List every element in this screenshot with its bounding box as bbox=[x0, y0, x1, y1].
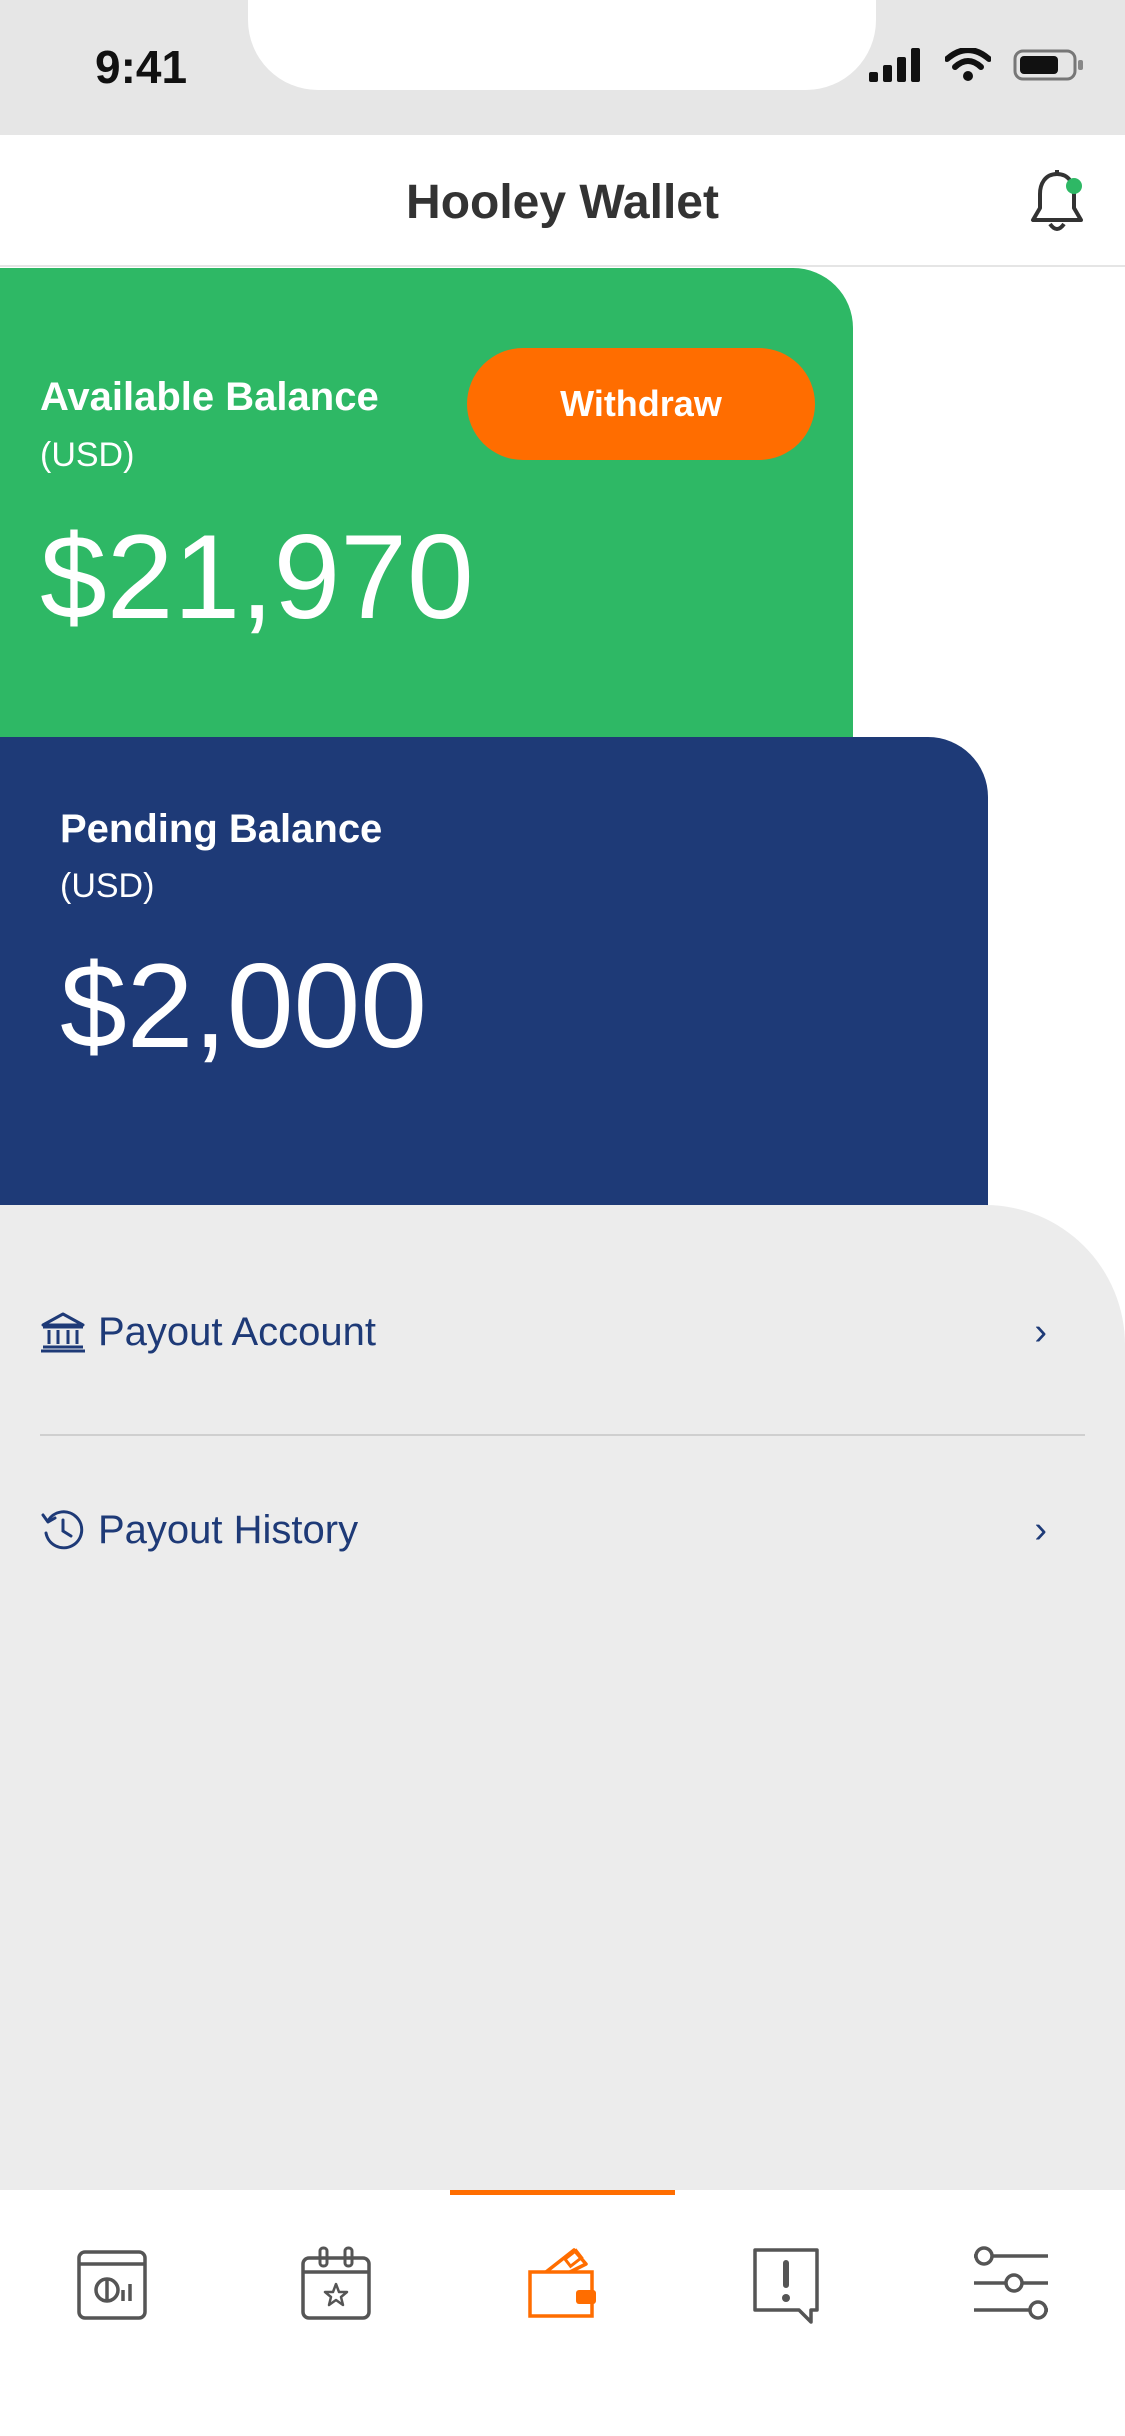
signal-icon bbox=[869, 48, 920, 82]
device-notch bbox=[248, 0, 876, 90]
menu-divider bbox=[40, 1434, 1085, 1436]
wallet-icon[interactable] bbox=[516, 2238, 606, 2328]
bank-icon bbox=[41, 1312, 85, 1353]
pending-balance-amount: $2,000 bbox=[60, 939, 428, 1073]
payout-account-row[interactable]: Payout Account › bbox=[40, 1272, 1085, 1392]
withdraw-button[interactable]: Withdraw bbox=[467, 348, 815, 460]
wifi-icon bbox=[945, 48, 991, 81]
available-balance-card: Available Balance (USD) $21,970 Withdraw bbox=[0, 268, 853, 738]
page-title: Hooley Wallet bbox=[406, 176, 719, 229]
tab-bar bbox=[0, 2190, 1125, 2436]
calendar-icon[interactable] bbox=[291, 2238, 381, 2328]
pending-balance-card: Pending Balance (USD) $2,000 bbox=[0, 737, 988, 1207]
notification-dot bbox=[1066, 178, 1082, 194]
available-balance-amount: $21,970 bbox=[40, 510, 474, 644]
bell-icon[interactable] bbox=[1027, 168, 1087, 238]
payout-history-label: Payout History bbox=[98, 1507, 359, 1552]
chevron-right-icon: › bbox=[1034, 1310, 1047, 1353]
app-header: Hooley Wallet bbox=[0, 135, 1125, 267]
payout-history-row[interactable]: Payout History › bbox=[40, 1470, 1085, 1590]
available-balance-unit: (USD) bbox=[40, 436, 135, 474]
history-icon bbox=[41, 1510, 84, 1550]
pending-balance-label: Pending Balance bbox=[60, 807, 383, 851]
sliders-icon[interactable] bbox=[966, 2238, 1056, 2328]
pending-balance-unit: (USD) bbox=[60, 867, 155, 905]
available-balance-label: Available Balance bbox=[40, 375, 379, 419]
active-tab-indicator bbox=[450, 2190, 675, 2195]
battery-icon bbox=[1013, 49, 1083, 81]
status-bar: 9:41 bbox=[0, 0, 1125, 135]
chevron-right-icon: › bbox=[1034, 1508, 1047, 1551]
alert-message-icon[interactable] bbox=[741, 2238, 831, 2328]
dashboard-icon[interactable] bbox=[67, 2238, 157, 2328]
status-icons bbox=[869, 48, 1085, 82]
status-time: 9:41 bbox=[95, 41, 188, 93]
payout-account-label: Payout Account bbox=[98, 1309, 376, 1354]
